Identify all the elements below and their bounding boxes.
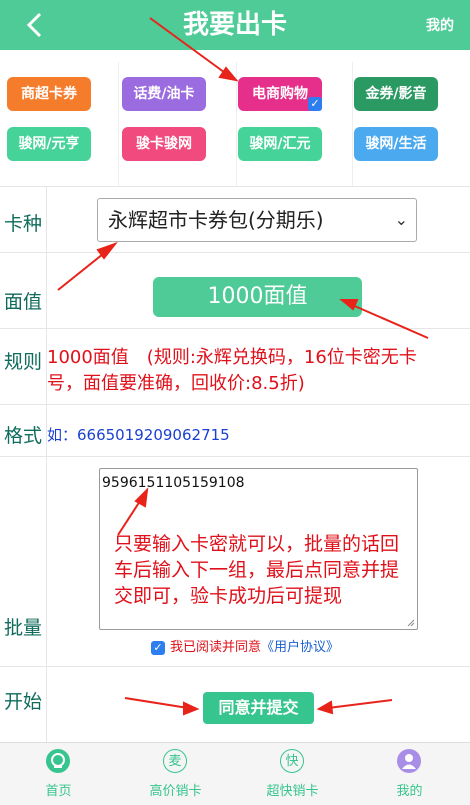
tab-mine-label: 我的 bbox=[396, 784, 423, 799]
category-button-selected[interactable]: 电商购物 ✓ bbox=[238, 77, 322, 111]
category-button[interactable]: 骏网/元亨 bbox=[7, 127, 91, 161]
category-button[interactable]: 骏网/生活 bbox=[354, 127, 438, 161]
agreement: ✓ 我已阅读并同意《用户协议》 bbox=[151, 636, 339, 655]
rule-label: 规则 bbox=[4, 351, 43, 373]
face-value-button[interactable]: 1000面值 bbox=[153, 277, 362, 317]
category-button[interactable]: 骏卡骏网 bbox=[122, 127, 206, 161]
chevron-down-icon: ⌄ bbox=[394, 210, 408, 229]
bottom-tab-bar: 首页 麦 高价销卡 快 超快销卡 我的 bbox=[0, 742, 470, 805]
page-title: 我要出卡 bbox=[182, 10, 287, 40]
divider bbox=[352, 62, 353, 186]
batch-value: 9596151105159108 bbox=[102, 475, 245, 491]
divider bbox=[118, 62, 119, 186]
tab-high-price[interactable]: 麦 高价销卡 bbox=[117, 743, 234, 805]
app-header: 我要出卡 我的 bbox=[0, 0, 470, 50]
format-label: 格式 bbox=[4, 425, 43, 447]
user-icon bbox=[397, 749, 421, 773]
agree-submit-button[interactable]: 同意并提交 bbox=[203, 692, 314, 724]
batch-hint-annotation: 只要输入卡密就可以，批量的话回车后输入下一组，最后点同意并提交即可，验卡成功后可… bbox=[114, 533, 400, 607]
face-value-label: 面值 bbox=[4, 291, 43, 313]
category-button[interactable]: 金券/影音 bbox=[354, 77, 438, 111]
tab-mine[interactable]: 我的 bbox=[351, 743, 468, 805]
format-example: 如：6665019209062715 bbox=[47, 426, 230, 444]
agreement-checkbox[interactable]: ✓ bbox=[151, 640, 165, 655]
tab-home[interactable]: 首页 bbox=[0, 743, 117, 805]
tab-home-label: 首页 bbox=[45, 784, 72, 799]
category-button[interactable]: 商超卡券 bbox=[7, 77, 91, 111]
start-label: 开始 bbox=[4, 691, 43, 713]
user-agreement-link[interactable]: 《用户协议》 bbox=[261, 640, 339, 655]
batch-textarea[interactable]: 9596151105159108 只要输入卡密就可以，批量的话回车后输入下一组，… bbox=[99, 468, 418, 630]
category-button[interactable]: 话费/油卡 bbox=[122, 77, 206, 111]
category-button[interactable]: 骏网/汇元 bbox=[238, 127, 322, 161]
rule-text: 1000面值 (规则:永辉兑换码，16位卡密无卡号，面值要准确，回收价:8.5折… bbox=[47, 347, 417, 394]
kuai-icon: 快 bbox=[280, 749, 304, 773]
my-link[interactable]: 我的 bbox=[426, 15, 454, 35]
tab-fast[interactable]: 快 超快销卡 bbox=[234, 743, 351, 805]
tab-fast-label: 超快销卡 bbox=[266, 784, 319, 799]
check-icon: ✓ bbox=[308, 97, 322, 111]
card-type-label: 卡种 bbox=[4, 213, 43, 235]
card-type-select[interactable]: 永辉超市卡券包(分期乐) ⌄ bbox=[97, 198, 417, 242]
divider bbox=[236, 62, 237, 186]
resize-handle-icon[interactable] bbox=[407, 619, 415, 627]
batch-label: 批量 bbox=[4, 617, 43, 639]
home-icon bbox=[46, 749, 70, 773]
mai-icon: 麦 bbox=[163, 749, 187, 773]
tab-high-price-label: 高价销卡 bbox=[149, 784, 202, 799]
